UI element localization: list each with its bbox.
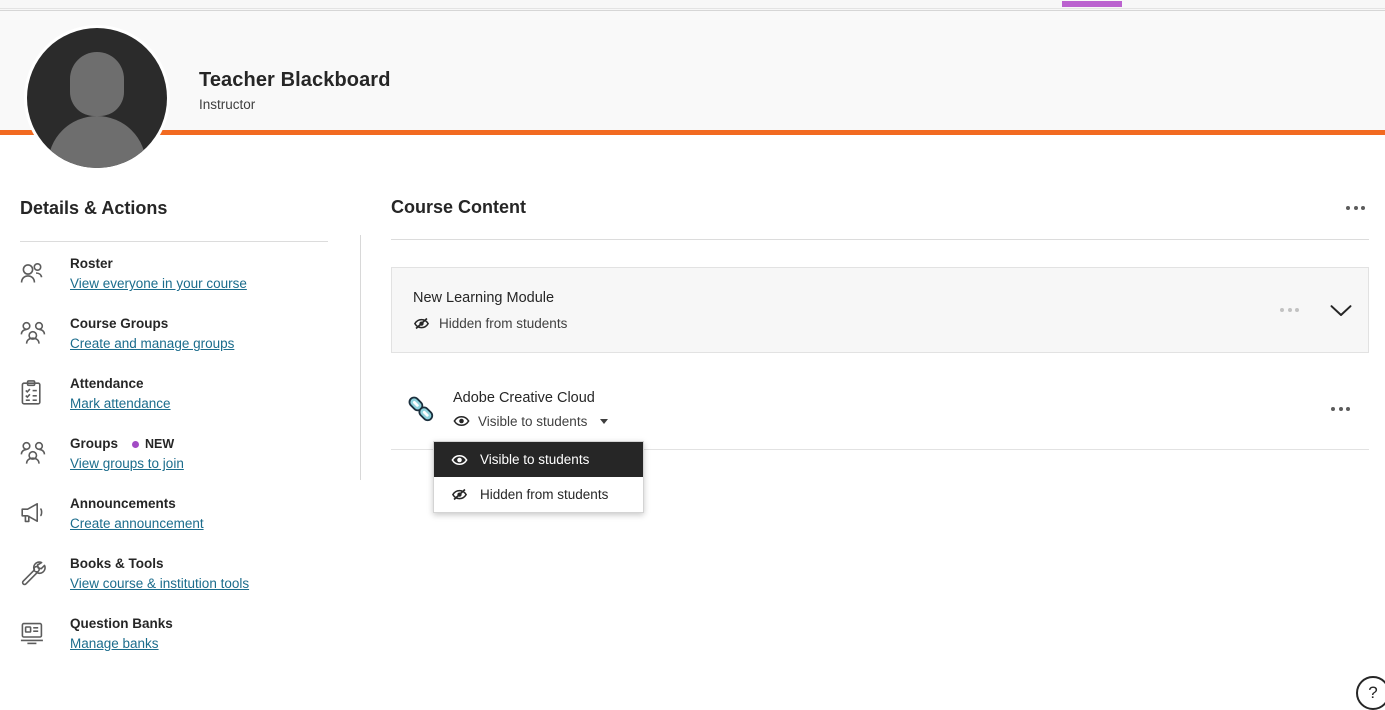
profile-role: Instructor bbox=[199, 97, 256, 112]
kebab-dot bbox=[1295, 308, 1299, 312]
sidebar-item-label: Attendance bbox=[70, 376, 144, 391]
profile-name: Teacher Blackboard bbox=[199, 69, 391, 91]
new-badge-text: NEW bbox=[145, 437, 175, 451]
sidebar-item-label: Question Banks bbox=[70, 616, 173, 631]
sidebar-item-announcements[interactable]: Announcements Create announcement bbox=[20, 496, 340, 542]
learning-module-status: Hidden from students bbox=[413, 316, 567, 331]
attendance-icon bbox=[20, 378, 54, 408]
caret-down-icon bbox=[600, 418, 609, 424]
kebab-dot bbox=[1338, 407, 1343, 411]
learning-module-texts: New Learning Module Hidden from students bbox=[413, 290, 567, 331]
profile-text-block: Teacher Blackboard Instructor bbox=[199, 69, 391, 112]
kebab-dot bbox=[1346, 407, 1350, 411]
help-icon: ? bbox=[1368, 683, 1378, 702]
avatar-head bbox=[70, 52, 124, 116]
sidebar-item-question-banks[interactable]: Question Banks Manage banks bbox=[20, 616, 340, 662]
details-and-actions-sidebar: Details & Actions Roster View everyone i… bbox=[20, 135, 340, 662]
sidebar-item-link[interactable]: View groups to join bbox=[70, 456, 184, 471]
sidebar-item-groups[interactable]: Groups NEW View groups to join bbox=[20, 436, 340, 482]
profile-banner: Teacher Blackboard Instructor bbox=[0, 11, 1385, 134]
content-link-title: Adobe Creative Cloud bbox=[453, 389, 595, 406]
course-content-column: Course Content New Learning Module Hidde… bbox=[391, 135, 1369, 450]
learning-module-card[interactable]: New Learning Module Hidden from students bbox=[391, 267, 1369, 353]
learning-module-actions bbox=[1276, 268, 1353, 352]
visibility-current-value: Visible to students bbox=[478, 413, 588, 429]
eye-slash-icon bbox=[413, 316, 430, 331]
sidebar-item-text: Groups bbox=[70, 436, 119, 451]
course-content-overflow-menu[interactable] bbox=[1342, 202, 1369, 214]
dropdown-option-label: Visible to students bbox=[480, 452, 590, 467]
groups-icon bbox=[20, 438, 54, 468]
avatar bbox=[27, 28, 167, 168]
kebab-dot bbox=[1287, 308, 1292, 312]
dropdown-option-label: Hidden from students bbox=[480, 487, 609, 502]
sidebar-item-label: Announcements bbox=[70, 496, 176, 511]
kebab-dot bbox=[1361, 205, 1365, 210]
column-divider bbox=[360, 235, 361, 480]
course-groups-icon bbox=[20, 318, 54, 348]
learning-module-overflow-menu[interactable] bbox=[1276, 304, 1303, 316]
roster-icon bbox=[20, 258, 54, 288]
sidebar-item-course-groups[interactable]: Course Groups Create and manage groups bbox=[20, 316, 340, 362]
kebab-dot bbox=[1346, 205, 1350, 210]
kebab-dot bbox=[1353, 205, 1358, 210]
link-chain-icon bbox=[403, 391, 441, 427]
content-link-overflow-menu[interactable] bbox=[1327, 403, 1354, 415]
sidebar-item-attendance[interactable]: Attendance Mark attendance bbox=[20, 376, 340, 422]
page-title: Course Content bbox=[391, 197, 526, 217]
sidebar-title: Details & Actions bbox=[20, 198, 168, 218]
eye-icon bbox=[453, 414, 470, 428]
kebab-dot bbox=[1331, 407, 1335, 411]
sidebar-item-roster[interactable]: Roster View everyone in your course bbox=[20, 256, 340, 302]
banner-accent-rule bbox=[0, 130, 1385, 135]
learning-module-title: New Learning Module bbox=[413, 289, 555, 306]
sidebar-item-link[interactable]: View everyone in your course bbox=[70, 276, 247, 291]
course-content-divider bbox=[391, 239, 1369, 240]
dropdown-option-hidden[interactable]: Hidden from students bbox=[434, 477, 643, 512]
sidebar-item-label: Groups NEW bbox=[70, 436, 340, 452]
visibility-dropdown-menu[interactable]: Visible to students Hidden from students bbox=[433, 441, 644, 513]
kebab-dot bbox=[1280, 308, 1284, 312]
avatar-body bbox=[48, 116, 146, 168]
browser-chrome-strip bbox=[0, 0, 1385, 11]
sidebar-item-label: Books & Tools bbox=[70, 556, 164, 571]
active-tab-accent bbox=[1062, 1, 1122, 7]
content-link-row[interactable]: Adobe Creative Cloud Visible to students bbox=[391, 375, 1369, 450]
course-content-header: Course Content bbox=[391, 197, 1369, 218]
question-banks-icon bbox=[20, 618, 54, 648]
chevron-down-icon[interactable] bbox=[1329, 303, 1353, 318]
sidebar-item-label: Roster bbox=[70, 256, 113, 271]
sidebar-item-link[interactable]: Create and manage groups bbox=[70, 336, 234, 351]
sidebar-item-link[interactable]: View course & institution tools bbox=[70, 576, 249, 591]
announcements-icon bbox=[20, 498, 54, 528]
visibility-dropdown-trigger[interactable]: Visible to students bbox=[453, 413, 609, 429]
page-body: Details & Actions Roster View everyone i… bbox=[0, 135, 1385, 695]
sidebar-item-link[interactable]: Manage banks bbox=[70, 636, 159, 651]
eye-slash-icon bbox=[451, 487, 468, 502]
learning-module-status-text: Hidden from students bbox=[439, 315, 568, 331]
help-button[interactable]: ? bbox=[1356, 676, 1385, 710]
sidebar-divider bbox=[20, 241, 328, 242]
content-link-texts: Adobe Creative Cloud Visible to students bbox=[453, 389, 609, 429]
sidebar-item-label: Course Groups bbox=[70, 316, 169, 331]
sidebar-item-books-and-tools[interactable]: Books & Tools View course & institution … bbox=[20, 556, 340, 602]
sidebar-item-link[interactable]: Mark attendance bbox=[70, 396, 171, 411]
new-badge-dot bbox=[132, 440, 140, 448]
books-tools-icon bbox=[20, 558, 54, 588]
eye-icon bbox=[451, 453, 468, 467]
dropdown-option-visible[interactable]: Visible to students bbox=[434, 442, 643, 477]
chrome-seam bbox=[0, 8, 1385, 9]
sidebar-item-link[interactable]: Create announcement bbox=[70, 516, 204, 531]
